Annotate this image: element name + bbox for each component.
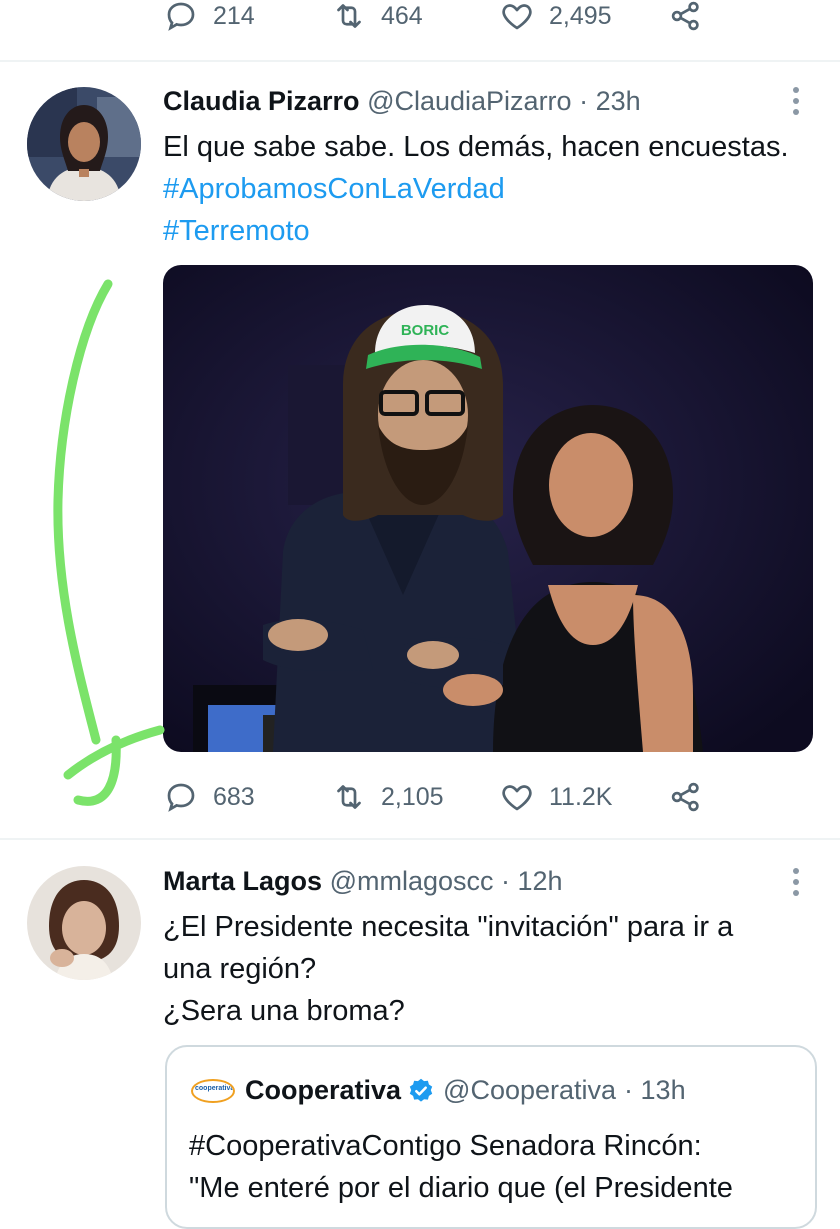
hashtag-link[interactable]: #Terremoto <box>163 215 310 247</box>
reply-count: 214 <box>213 1 255 30</box>
like-count: 11.2K <box>549 782 613 811</box>
retweet-icon <box>337 4 361 28</box>
retweet-count: 2,105 <box>381 782 444 811</box>
more-button[interactable] <box>790 868 802 901</box>
avatar[interactable] <box>27 866 141 980</box>
annotation-arrow <box>53 279 165 806</box>
reply-count: 683 <box>213 782 255 811</box>
retweet-icon <box>337 785 361 809</box>
avatar[interactable] <box>27 87 141 201</box>
reply-button[interactable]: 214 <box>163 0 255 36</box>
tweet-text: El que sabe sabe. Los demás, hacen encue… <box>163 126 803 252</box>
more-icon <box>790 868 802 896</box>
verified-icon <box>409 1078 433 1102</box>
quoted-display-name[interactable]: Cooperativa <box>245 1075 401 1106</box>
tweet-text-line: ¿El Presidente necesita "invitación" par… <box>163 911 734 943</box>
like-button[interactable]: 2,495 <box>499 0 612 36</box>
timestamp[interactable]: · 12h <box>501 866 563 896</box>
tweet-text-plain: El que sabe sabe. Los demás, hacen encue… <box>163 131 789 163</box>
like-icon <box>502 785 532 811</box>
display-name[interactable]: Marta Lagos <box>163 866 322 896</box>
quoted-timestamp[interactable]: · 13h <box>624 1075 686 1106</box>
like-button[interactable]: 11.2K <box>499 777 612 817</box>
handle[interactable]: @mmlagoscc <box>330 866 494 896</box>
retweet-button[interactable]: 2,105 <box>331 777 444 817</box>
tweet-header: Claudia Pizarro @ClaudiaPizarro · 23h <box>163 86 641 117</box>
divider <box>0 838 840 840</box>
share-button[interactable] <box>668 0 704 36</box>
retweet-button[interactable]: 464 <box>331 0 423 36</box>
more-button[interactable] <box>790 87 802 120</box>
share-icon <box>671 782 699 812</box>
quoted-tweet-text: #CooperativaContigo Senadora Rincón: "Me… <box>189 1125 809 1209</box>
quoted-tweet[interactable]: cooperativa Cooperativa @Cooperativa · 1… <box>165 1045 817 1229</box>
tweet-header: Marta Lagos @mmlagoscc · 12h <box>163 866 563 897</box>
tweet-text-line: ¿Sera una broma? <box>163 995 405 1027</box>
quoted-tweet-header: cooperativa Cooperativa @Cooperativa · 1… <box>191 1075 686 1106</box>
tweet-text-line: una región? <box>163 953 317 985</box>
handle[interactable]: @ClaudiaPizarro <box>367 86 572 116</box>
quoted-handle[interactable]: @Cooperativa <box>443 1075 616 1106</box>
timestamp[interactable]: · 23h <box>579 86 641 116</box>
hashtag-link[interactable]: #AprobamosConLaVerdad <box>163 173 505 205</box>
share-button[interactable] <box>668 777 704 817</box>
reply-icon <box>167 2 195 31</box>
retweet-count: 464 <box>381 1 423 30</box>
logo-text: cooperativa <box>195 1084 235 1092</box>
quoted-text-line: #CooperativaContigo Senadora Rincón: <box>189 1130 702 1162</box>
more-icon <box>790 87 802 115</box>
tweet-photo[interactable]: BORIC <box>163 265 813 752</box>
quoted-text-line: "Me enteré por el diario que (el Preside… <box>189 1172 733 1204</box>
like-count: 2,495 <box>549 1 612 30</box>
display-name[interactable]: Claudia Pizarro <box>163 86 360 116</box>
previous-tweet-actions: 214 464 2,495 <box>0 0 840 62</box>
cooperativa-logo[interactable]: cooperativa <box>191 1078 235 1103</box>
cap-text: BORIC <box>401 322 450 339</box>
tweet-text: ¿El Presidente necesita "invitación" par… <box>163 906 803 1032</box>
reply-button[interactable]: 683 <box>163 777 255 817</box>
share-icon <box>671 1 699 31</box>
like-icon <box>502 4 532 30</box>
